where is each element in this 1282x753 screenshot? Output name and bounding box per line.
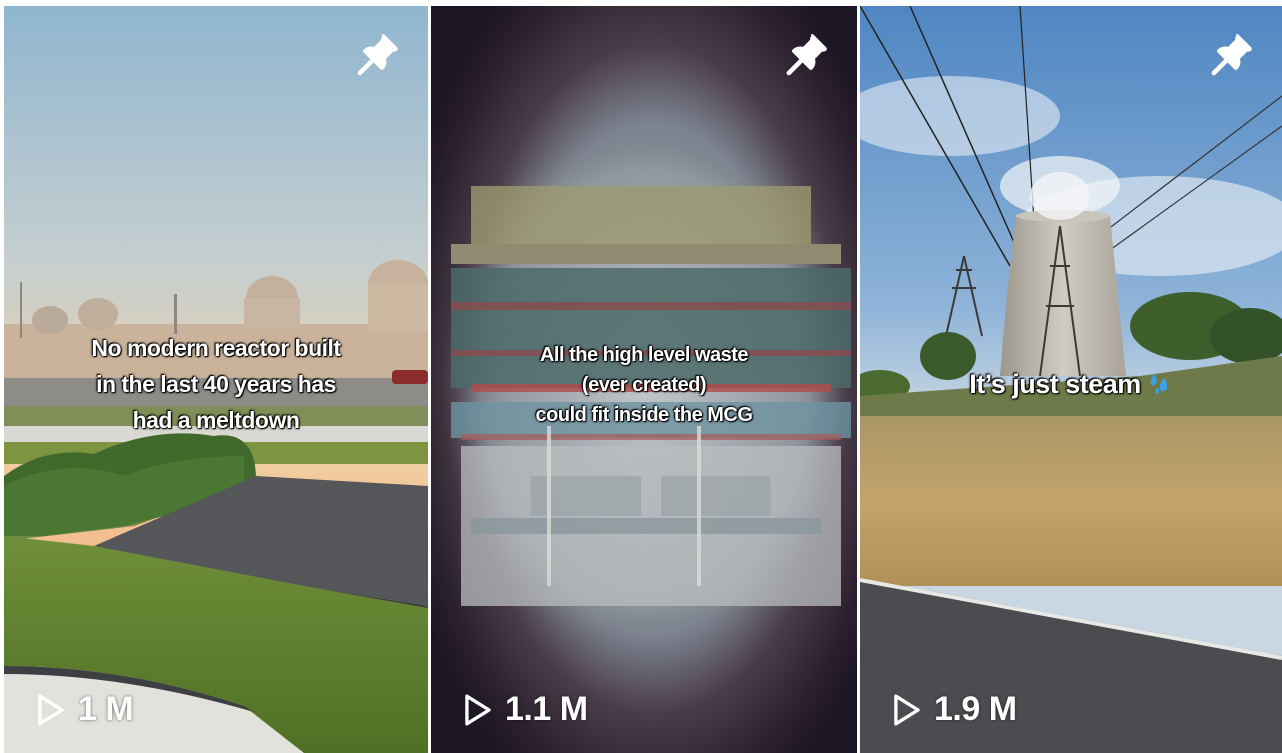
play-outline-icon bbox=[34, 692, 68, 728]
video-tile-3[interactable]: It’s just steam 1.9 M bbox=[860, 6, 1282, 753]
caption-text: It’s just steam bbox=[969, 369, 1141, 399]
pushpin-icon bbox=[350, 30, 402, 82]
view-count-value: 1.1 M bbox=[505, 690, 588, 728]
view-count-value: 1.9 M bbox=[934, 690, 1017, 728]
view-count: 1.1 M bbox=[461, 690, 588, 729]
view-count: 1 M bbox=[34, 690, 134, 729]
caption-line: (ever created) bbox=[581, 374, 707, 396]
video-caption: No modern reactor built in the last 40 y… bbox=[4, 330, 428, 438]
video-tile-2[interactable]: All the high level waste (ever created) … bbox=[431, 6, 857, 753]
video-tile-1[interactable]: No modern reactor built in the last 40 y… bbox=[4, 6, 428, 753]
sweat-droplets-icon bbox=[1147, 367, 1173, 394]
caption-line: in the last 40 years has bbox=[96, 371, 336, 397]
video-grid: No modern reactor built in the last 40 y… bbox=[0, 0, 1282, 753]
video-caption: It’s just steam bbox=[860, 364, 1282, 404]
pushpin-icon bbox=[779, 30, 831, 82]
play-outline-icon bbox=[890, 692, 924, 728]
video-caption: All the high level waste (ever created) … bbox=[431, 340, 857, 430]
caption-line: could fit inside the MCG bbox=[535, 404, 753, 426]
view-count: 1.9 M bbox=[890, 690, 1017, 729]
caption-line: It’s just steam bbox=[860, 364, 1282, 404]
play-outline-icon bbox=[461, 692, 495, 728]
caption-line: No modern reactor built bbox=[91, 335, 341, 361]
pushpin-icon bbox=[1204, 30, 1256, 82]
view-count-value: 1 M bbox=[78, 690, 134, 728]
caption-line: had a meltdown bbox=[132, 407, 300, 433]
caption-line: All the high level waste bbox=[539, 344, 749, 366]
